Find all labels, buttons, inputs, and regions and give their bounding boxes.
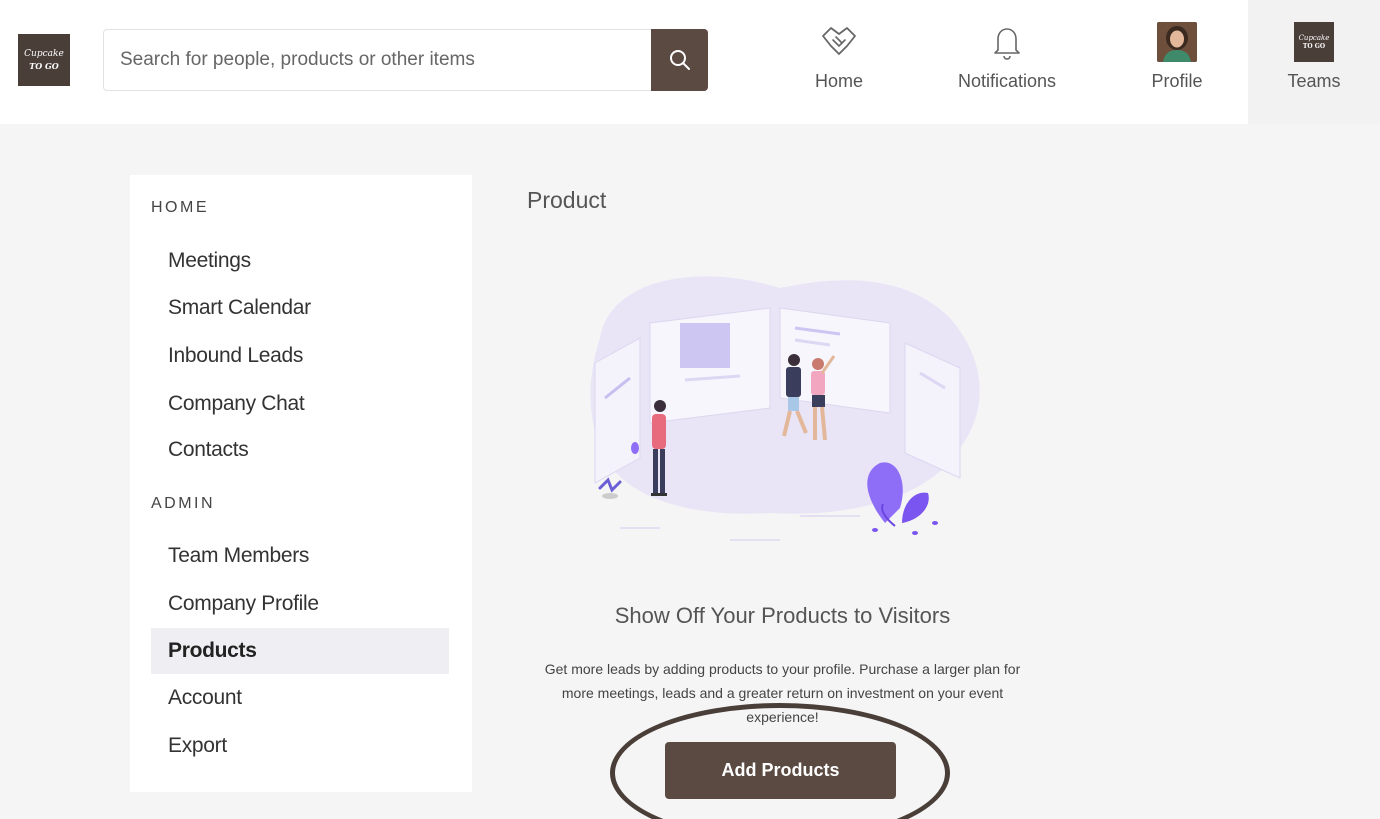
sidebar-item-export[interactable]: Export [151, 723, 449, 769]
sidebar-item-team-members[interactable]: Team Members [151, 533, 449, 579]
nav-teams-label: Teams [1287, 71, 1341, 91]
nav-profile-label: Profile [1151, 71, 1203, 91]
sidebar-item-products[interactable]: Products [151, 628, 449, 674]
nav-notifications-label: Notifications [957, 71, 1057, 91]
nav-home[interactable]: Home [788, 0, 890, 124]
sidebar-heading-admin: ADMIN [151, 495, 216, 512]
empty-state-illustration [590, 276, 980, 541]
team-logo-line-2: TO GO [1302, 42, 1326, 50]
search-icon [669, 50, 690, 70]
team-logo-line-1: Cupcake [1298, 33, 1330, 42]
sidebar-item-smart-calendar[interactable]: Smart Calendar [151, 285, 449, 331]
nav-profile[interactable]: Profile [1130, 0, 1224, 124]
logo-line-1: Cupcake [24, 49, 64, 59]
nav-notifications[interactable]: Notifications [940, 0, 1074, 124]
company-logo[interactable]: Cupcake TO GO [18, 34, 70, 86]
bell-icon [994, 28, 1020, 60]
sidebar-item-company-profile[interactable]: Company Profile [151, 581, 449, 627]
sidebar-item-meetings[interactable]: Meetings [151, 238, 449, 284]
top-navigation-bar: Cupcake TO GO Home Notifica [0, 0, 1380, 124]
empty-state-description: Get more leads by adding products to you… [544, 661, 1021, 725]
sidebar-item-company-chat[interactable]: Company Chat [151, 381, 449, 427]
sidebar-item-contacts[interactable]: Contacts [151, 427, 449, 473]
sidebar: HOME Meetings Smart Calendar Inbound Lea… [130, 175, 472, 792]
search-box [103, 29, 708, 91]
add-products-button[interactable]: Add Products [665, 742, 896, 799]
logo-line-2: TO GO [29, 61, 59, 71]
empty-state-headline: Show Off Your Products to Visitors [614, 603, 951, 628]
search-button[interactable] [651, 29, 708, 91]
sidebar-heading-home: HOME [151, 199, 209, 216]
sidebar-item-account[interactable]: Account [151, 675, 449, 721]
handshake-icon [822, 27, 856, 55]
team-logo: Cupcake TO GO [1294, 22, 1334, 62]
nav-teams[interactable]: Cupcake TO GO Teams [1248, 0, 1380, 124]
search-input[interactable] [104, 30, 652, 90]
sidebar-item-inbound-leads[interactable]: Inbound Leads [151, 333, 449, 379]
page-title: Product [527, 187, 607, 213]
nav-home-label: Home [814, 71, 863, 91]
avatar [1157, 22, 1197, 62]
